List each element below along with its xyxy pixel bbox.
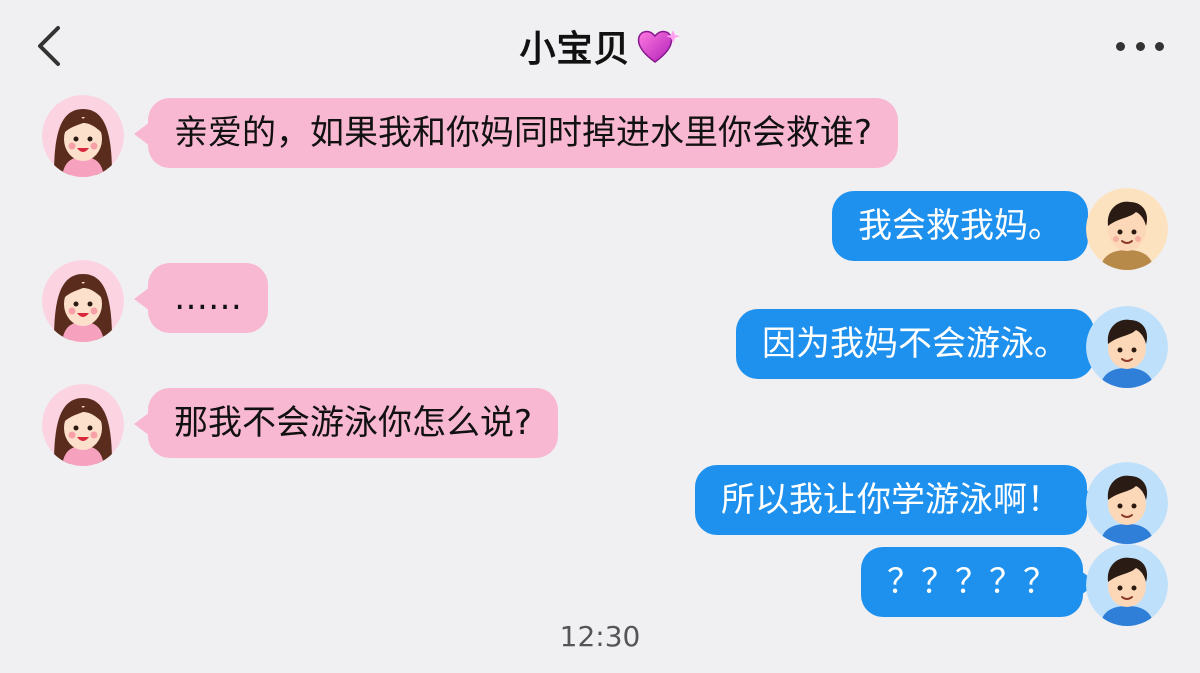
- more-options-button[interactable]: [1116, 34, 1164, 58]
- message-bubble[interactable]: 所以我让你学游泳啊！: [695, 465, 1101, 535]
- message-bubble[interactable]: 我会救我妈。: [832, 191, 1102, 261]
- boy-avatar-icon[interactable]: [1086, 188, 1168, 270]
- message-bubble[interactable]: 亲爱的，如果我和你妈同时掉进水里你会救谁?: [133, 98, 899, 168]
- more-dot: [1116, 41, 1125, 51]
- sparkling-heart-icon: [637, 30, 680, 63]
- message-bubble[interactable]: 那我不会游泳你怎么说?: [133, 388, 559, 458]
- more-dot: [1135, 41, 1145, 51]
- message-bubble[interactable]: ？？？？？: [861, 547, 1097, 617]
- boy-avatar-icon[interactable]: [1086, 306, 1168, 388]
- more-dot: [1155, 41, 1164, 51]
- boy-avatar-icon[interactable]: [1086, 544, 1168, 626]
- girl-avatar-icon[interactable]: [42, 260, 124, 342]
- chat-header: 小宝贝: [0, 18, 1200, 74]
- message-bubble[interactable]: ……: [134, 263, 268, 333]
- girl-avatar-icon[interactable]: [42, 95, 124, 177]
- girl-avatar-icon[interactable]: [42, 384, 124, 466]
- boy-avatar-icon[interactable]: [1086, 462, 1168, 544]
- message-timestamp: 12:30: [559, 620, 641, 653]
- message-bubble[interactable]: 因为我妈不会游泳。: [736, 309, 1108, 379]
- chat-screen: 小宝贝 亲爱的，如果我和你妈同时掉进水里你会救谁? 我会救我妈。 …… 因为我妈…: [0, 0, 1200, 673]
- chat-title: 小宝贝: [519, 29, 631, 70]
